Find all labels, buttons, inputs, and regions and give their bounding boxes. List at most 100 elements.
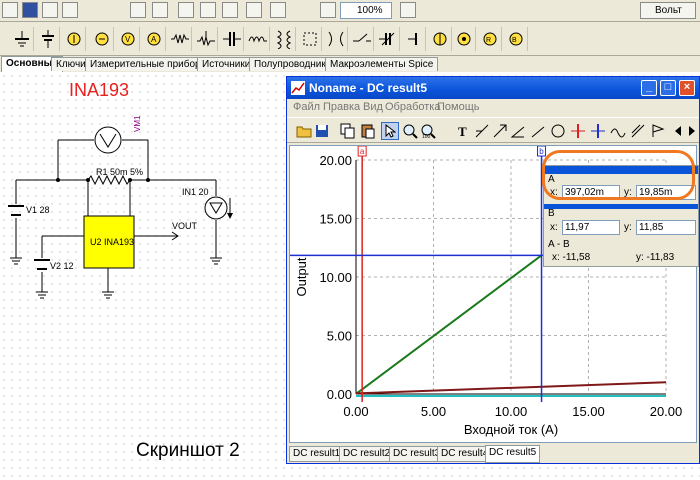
r1-label: R1 50m 5% [96, 167, 143, 177]
menu-process[interactable]: Обработка [385, 101, 440, 113]
current-source-icon[interactable] [62, 27, 86, 51]
variable-capacitor-icon[interactable] [376, 27, 400, 51]
save-icon[interactable] [22, 2, 38, 18]
potentiometer-icon[interactable] [194, 27, 218, 51]
save-icon[interactable] [313, 122, 331, 140]
tab-dc-result1[interactable]: DC result1 [289, 446, 345, 462]
select-icon[interactable] [130, 2, 146, 18]
ground-icon[interactable] [10, 27, 34, 51]
text-icon[interactable] [222, 2, 238, 18]
transformer-icon[interactable] [272, 27, 296, 51]
slope-tool-icon[interactable] [629, 122, 647, 140]
cursor-b-x-field[interactable]: 11,97 [562, 220, 620, 235]
ammeter-icon[interactable]: A [142, 27, 166, 51]
y-tick-label: 15.00 [319, 212, 352, 227]
arrow-tool-icon[interactable] [491, 122, 509, 140]
window-menubar: Файл Правка Вид Обработка Помощь [287, 99, 699, 117]
tab-sources[interactable]: Источники [197, 57, 256, 71]
cursor-a-label: a [360, 147, 365, 156]
diode-icon[interactable] [402, 27, 426, 51]
voltmeter-icon[interactable]: V [116, 27, 140, 51]
u2-label: U2 INA193 [90, 237, 134, 247]
tab-dc-result5[interactable]: DC result5 [485, 445, 541, 463]
probe-icon[interactable] [246, 2, 262, 18]
switch-icon[interactable] [350, 27, 374, 51]
wire-icon[interactable] [152, 2, 168, 18]
zoom-select[interactable]: 100% [340, 2, 392, 19]
inductor-icon[interactable] [246, 27, 270, 51]
menu-view[interactable]: Вид [363, 101, 383, 113]
voltage-controlled-source-icon[interactable]: R [478, 27, 502, 51]
tab-dc-result2[interactable]: DC result2 [339, 446, 395, 462]
undo-icon[interactable] [400, 2, 416, 18]
text-tool-icon[interactable]: T [455, 122, 473, 140]
cursor-diff-y: y: -11,83 [636, 252, 675, 263]
copy-icon[interactable] [42, 2, 58, 18]
zoom-icon[interactable] [320, 2, 336, 18]
x-tick-label: 15.00 [572, 404, 605, 419]
copy-icon[interactable] [339, 122, 357, 140]
cursor-b-x-label: x: [550, 222, 558, 233]
voltmeter-symbol[interactable] [94, 126, 122, 154]
main-toolbar: 100% Вольт [0, 0, 700, 22]
vout-label: VOUT [172, 221, 198, 231]
zoom-in-icon[interactable] [401, 122, 419, 140]
ellipse-tool-icon[interactable] [549, 122, 567, 140]
menu-help[interactable]: Помощь [437, 101, 480, 113]
wave-tool-icon[interactable] [609, 122, 627, 140]
cursor-b-label: B [548, 208, 555, 219]
chart-window-icon [291, 81, 305, 95]
meter-icon[interactable] [452, 27, 476, 51]
x-tick-label: 0.00 [343, 404, 368, 419]
component-toolbar: V A R B [0, 22, 700, 56]
relay-icon[interactable] [298, 27, 322, 51]
open-icon[interactable] [295, 122, 313, 140]
v1-label: V1 28 [26, 205, 50, 215]
cursor-b-y-field[interactable]: 11,85 [636, 220, 696, 235]
battery-icon[interactable] [36, 27, 60, 51]
component-category-tabs: Основные Ключи Измерительные приборы Ист… [0, 56, 700, 72]
window-titlebar[interactable]: Noname - DC result5 _ □ × [287, 77, 699, 99]
minimize-button[interactable]: _ [641, 80, 657, 96]
select-pointer-icon[interactable] [381, 122, 399, 140]
ammeter-symbol[interactable] [204, 196, 228, 220]
tab-spice-macros[interactable]: Макроэлементы Spice [325, 57, 439, 71]
close-button[interactable]: × [679, 80, 695, 96]
screenshot-caption: Скриншот 2 [136, 440, 240, 461]
tab-meters[interactable]: Измерительные приборы [85, 57, 213, 71]
zoom-100-icon[interactable]: 100 [419, 122, 437, 140]
coupling-icon[interactable] [324, 27, 348, 51]
analysis-icon[interactable] [270, 2, 286, 18]
line-tool-icon[interactable] [529, 122, 547, 140]
cursor-b-icon[interactable] [589, 122, 607, 140]
tab-dc-result3[interactable]: DC result3 [389, 446, 445, 462]
y-tick-label: 20.00 [319, 153, 352, 168]
y-axis-label: Output [294, 257, 309, 296]
menu-file[interactable]: Файл [293, 101, 320, 113]
series-line-1[interactable] [355, 254, 543, 395]
file-icon[interactable] [2, 2, 18, 18]
current-controlled-source-icon[interactable]: B [504, 27, 528, 51]
cursor-b-y-label: y: [624, 222, 632, 233]
cursor-a-icon[interactable] [569, 122, 587, 140]
angle-tool-icon[interactable] [509, 122, 527, 140]
flag-tool-icon[interactable] [649, 122, 667, 140]
print-icon[interactable] [62, 2, 78, 18]
resistor-icon[interactable] [168, 27, 192, 51]
pen-tool-icon[interactable] [473, 122, 491, 140]
paste-icon[interactable] [359, 122, 377, 140]
tab-dc-result4[interactable]: DC result4 [437, 446, 493, 462]
voltmeter-button[interactable]: Вольт [640, 2, 696, 19]
tab-semiconductors[interactable]: Полупроводники [249, 57, 337, 71]
lamp-icon[interactable] [428, 27, 452, 51]
menu-edit[interactable]: Правка [323, 101, 360, 113]
capacitor-icon[interactable] [220, 27, 244, 51]
svg-text:V: V [125, 35, 131, 44]
svg-text:100: 100 [422, 134, 431, 139]
rotate-icon[interactable] [178, 2, 194, 18]
voltage-source-icon[interactable] [90, 27, 114, 51]
maximize-button[interactable]: □ [660, 80, 676, 96]
scroll-right-icon[interactable] [683, 122, 700, 140]
window-title: Noname - DC result5 [309, 81, 428, 95]
flip-icon[interactable] [200, 2, 216, 18]
